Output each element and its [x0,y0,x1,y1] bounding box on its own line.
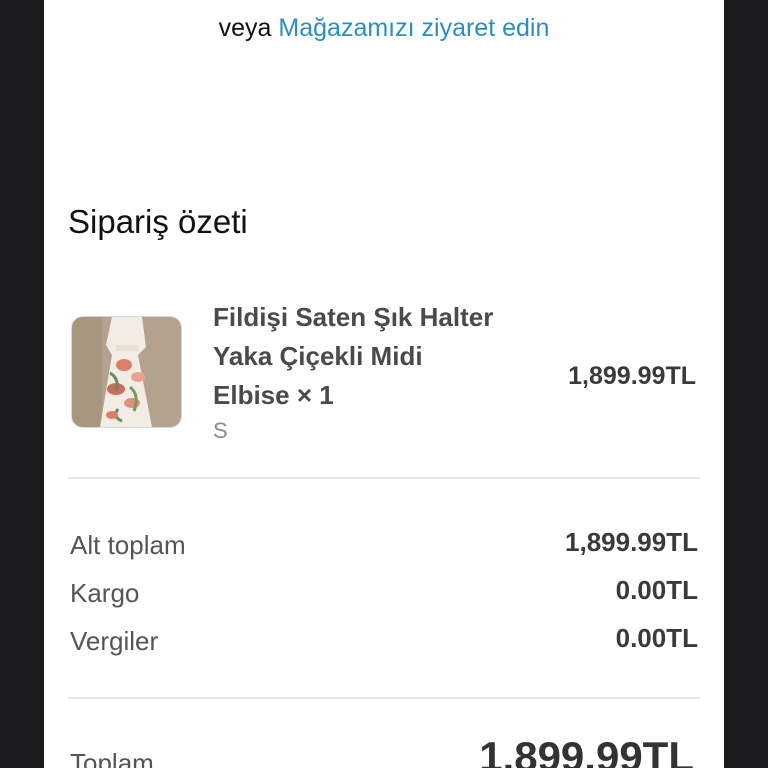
divider [68,477,700,479]
product-price: 1,899.99TL [568,362,696,390]
product-thumbnail [71,316,182,428]
taxes-value: 0.00TL [615,623,698,653]
shipping-label: Kargo [70,578,140,608]
visit-store-link[interactable]: Mağazamızı ziyaret edin [278,14,549,42]
total-value: 1,899.99TL [479,733,694,768]
dress-image-icon [72,317,181,427]
order-summary-title: Sipariş özeti [68,203,248,240]
checkout-page: veya Mağazamızı ziyaret edin Sipariş öze… [44,0,724,768]
or-text: veya [218,14,272,42]
product-variant: S [213,418,228,443]
product-name: Fildişi Saten Şık Halter Yaka Çiçekli Mi… [213,302,494,410]
total-label: Toplam [70,748,154,768]
store-link-line: veya Mağazamızı ziyaret edin [44,14,724,43]
subtotal-label: Alt toplam [70,530,186,560]
taxes-label: Vergiler [70,626,159,656]
divider [68,697,700,699]
subtotal-value: 1,899.99TL [565,527,698,557]
shipping-value: 0.00TL [615,575,698,605]
